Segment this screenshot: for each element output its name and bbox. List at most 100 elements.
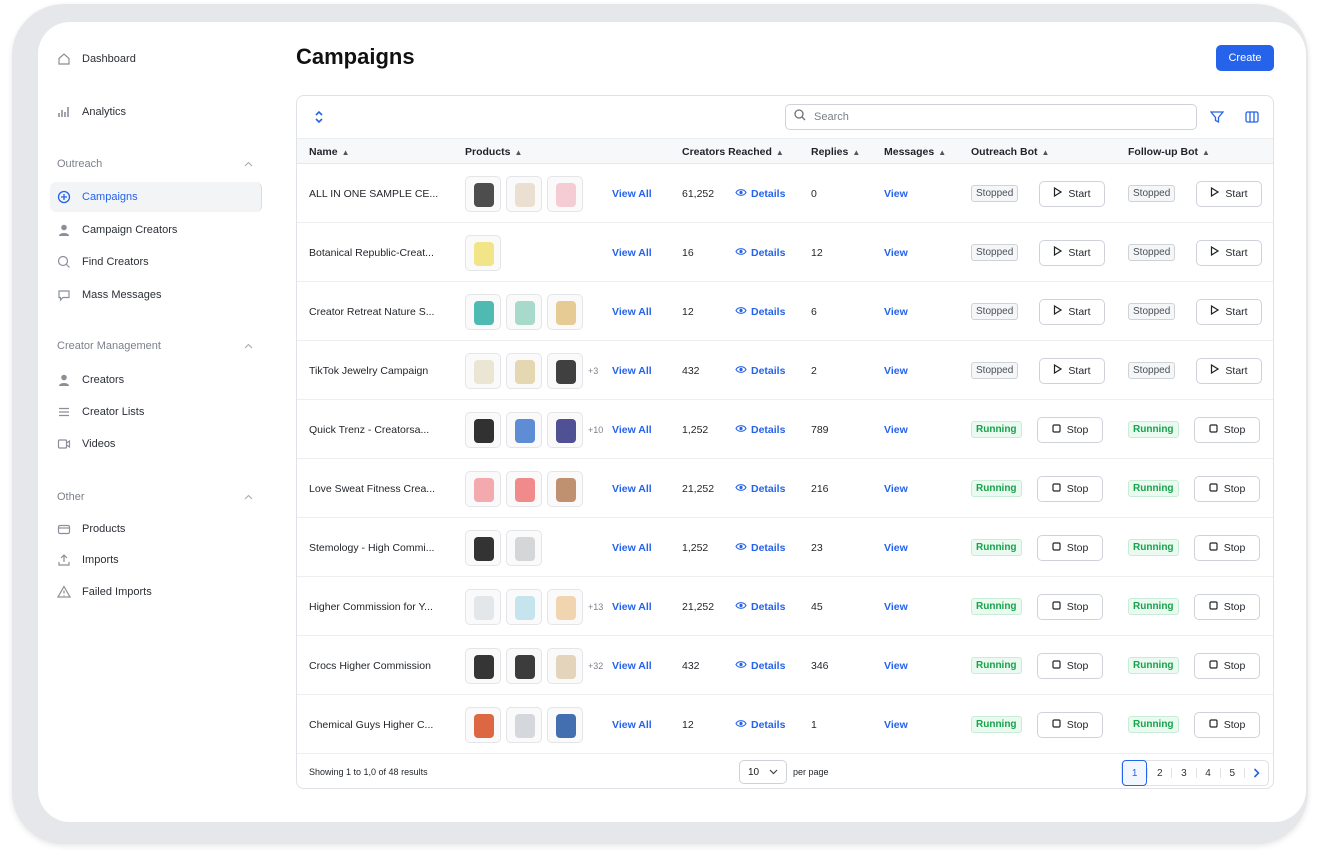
campaign-name[interactable]: Crocs Higher Commission	[309, 636, 449, 695]
page-5-button[interactable]: 5	[1221, 761, 1244, 785]
product-thumbnail[interactable]	[506, 175, 542, 212]
followup-stop-button[interactable]: Stop	[1194, 534, 1260, 561]
view-all-link[interactable]: View All	[612, 695, 652, 754]
product-thumbnail[interactable]	[506, 411, 542, 448]
view-messages-link[interactable]: View	[884, 164, 908, 223]
followup-stop-button[interactable]: Stop	[1194, 711, 1260, 738]
product-thumbnail[interactable]	[506, 529, 542, 566]
sidebar-item-creators[interactable]: Creators	[50, 365, 262, 395]
details-link[interactable]: Details	[735, 636, 785, 695]
product-thumbnail[interactable]	[547, 352, 583, 389]
campaign-name[interactable]: Quick Trenz - Creatorsa...	[309, 400, 449, 459]
page-2-button[interactable]: 2	[1148, 761, 1171, 785]
view-messages-link[interactable]: View	[884, 518, 908, 577]
followup-start-button[interactable]: Start	[1196, 357, 1262, 384]
create-button[interactable]: Create	[1216, 45, 1274, 71]
view-all-link[interactable]: View All	[612, 577, 652, 636]
sidebar-item-creator-lists[interactable]: Creator Lists	[50, 397, 262, 427]
view-all-link[interactable]: View All	[612, 636, 652, 695]
table-row[interactable]: Botanical Republic-Creat... View All 16 Det…	[297, 223, 1273, 282]
details-link[interactable]: Details	[735, 518, 785, 577]
table-row[interactable]: ALL IN ONE SAMPLE CE... View All 61,252 Det…	[297, 164, 1273, 223]
details-link[interactable]: Details	[735, 577, 785, 636]
outreach-stop-button[interactable]: Stop	[1037, 593, 1103, 620]
product-thumbnail[interactable]	[547, 175, 583, 212]
sidebar-section-other[interactable]: Other	[57, 491, 253, 503]
sidebar-section-creator-management[interactable]: Creator Management	[57, 340, 253, 352]
table-row[interactable]: Chemical Guys Higher C... View All 12 Detai…	[297, 695, 1273, 754]
view-messages-link[interactable]: View	[884, 400, 908, 459]
col-followup-bot[interactable]: Follow-up Bot ▲	[1128, 146, 1210, 158]
followup-start-button[interactable]: Start	[1196, 298, 1262, 325]
sidebar-item-analytics[interactable]: Analytics	[50, 97, 262, 127]
table-row[interactable]: Higher Commission for Y... +13 View All 21,…	[297, 577, 1273, 636]
product-thumbnail[interactable]	[506, 706, 542, 743]
product-thumbnail[interactable]	[506, 470, 542, 507]
view-all-link[interactable]: View All	[612, 400, 652, 459]
followup-stop-button[interactable]: Stop	[1194, 475, 1260, 502]
page-3-button[interactable]: 3	[1172, 761, 1195, 785]
details-link[interactable]: Details	[735, 282, 785, 341]
details-link[interactable]: Details	[735, 695, 785, 754]
product-thumbnail[interactable]	[547, 647, 583, 684]
outreach-stop-button[interactable]: Stop	[1037, 652, 1103, 679]
campaign-name[interactable]: Stemology - High Commi...	[309, 518, 449, 577]
col-outreach-bot[interactable]: Outreach Bot ▲	[971, 146, 1049, 158]
outreach-stop-button[interactable]: Stop	[1037, 475, 1103, 502]
product-thumbnail[interactable]	[506, 647, 542, 684]
sidebar-item-failed-imports[interactable]: Failed Imports	[50, 577, 262, 607]
view-all-link[interactable]: View All	[612, 518, 652, 577]
sidebar-item-mass-messages[interactable]: Mass Messages	[50, 280, 262, 310]
page-1-button[interactable]: 1	[1122, 760, 1148, 786]
sidebar-item-products[interactable]: Products	[50, 514, 262, 544]
sidebar-item-imports[interactable]: Imports	[50, 545, 262, 575]
view-messages-link[interactable]: View	[884, 223, 908, 282]
product-thumbnail[interactable]	[465, 588, 501, 625]
next-page-icon[interactable]	[1245, 761, 1268, 785]
page-4-button[interactable]: 4	[1196, 761, 1219, 785]
table-row[interactable]: Crocs Higher Commission +32 View All 432 Det…	[297, 636, 1273, 695]
followup-start-button[interactable]: Start	[1196, 180, 1262, 207]
search-input[interactable]	[814, 111, 1174, 123]
product-thumbnail[interactable]	[506, 588, 542, 625]
product-thumbnail[interactable]	[547, 470, 583, 507]
details-link[interactable]: Details	[735, 164, 785, 223]
outreach-start-button[interactable]: Start	[1039, 239, 1105, 266]
view-messages-link[interactable]: View	[884, 459, 908, 518]
sidebar-item-campaign-creators[interactable]: Campaign Creators	[50, 215, 262, 245]
details-link[interactable]: Details	[735, 341, 785, 400]
followup-stop-button[interactable]: Stop	[1194, 652, 1260, 679]
campaign-name[interactable]: Creator Retreat Nature S...	[309, 282, 449, 341]
product-thumbnail[interactable]	[465, 175, 501, 212]
col-replies[interactable]: Replies ▲	[811, 146, 860, 158]
product-thumbnail[interactable]	[506, 352, 542, 389]
col-products[interactable]: Products ▲	[465, 146, 522, 158]
view-messages-link[interactable]: View	[884, 577, 908, 636]
view-all-link[interactable]: View All	[612, 164, 652, 223]
col-messages[interactable]: Messages ▲	[884, 146, 946, 158]
outreach-stop-button[interactable]: Stop	[1037, 711, 1103, 738]
sidebar-section-outreach[interactable]: Outreach	[57, 158, 253, 170]
product-thumbnail[interactable]	[465, 352, 501, 389]
view-all-link[interactable]: View All	[612, 282, 652, 341]
campaign-name[interactable]: Botanical Republic-Creat...	[309, 223, 449, 282]
view-all-link[interactable]: View All	[612, 223, 652, 282]
table-row[interactable]: Stemology - High Commi... View All 1,252 De…	[297, 518, 1273, 577]
product-thumbnail[interactable]	[465, 234, 501, 271]
outreach-start-button[interactable]: Start	[1039, 298, 1105, 325]
campaign-name[interactable]: Love Sweat Fitness Crea...	[309, 459, 449, 518]
outreach-start-button[interactable]: Start	[1039, 357, 1105, 384]
followup-stop-button[interactable]: Stop	[1194, 416, 1260, 443]
sidebar-item-campaigns[interactable]: Campaigns	[50, 182, 262, 212]
sidebar-item-find-creators[interactable]: Find Creators	[50, 247, 262, 277]
table-row[interactable]: Quick Trenz - Creatorsa... +10 View All 1,2…	[297, 400, 1273, 459]
campaign-name[interactable]: Higher Commission for Y...	[309, 577, 449, 636]
followup-stop-button[interactable]: Stop	[1194, 593, 1260, 620]
details-link[interactable]: Details	[735, 459, 785, 518]
product-thumbnail[interactable]	[547, 588, 583, 625]
sidebar-item-videos[interactable]: Videos	[50, 429, 262, 459]
product-thumbnail[interactable]	[465, 411, 501, 448]
followup-start-button[interactable]: Start	[1196, 239, 1262, 266]
columns-icon[interactable]	[1244, 109, 1260, 125]
view-messages-link[interactable]: View	[884, 282, 908, 341]
